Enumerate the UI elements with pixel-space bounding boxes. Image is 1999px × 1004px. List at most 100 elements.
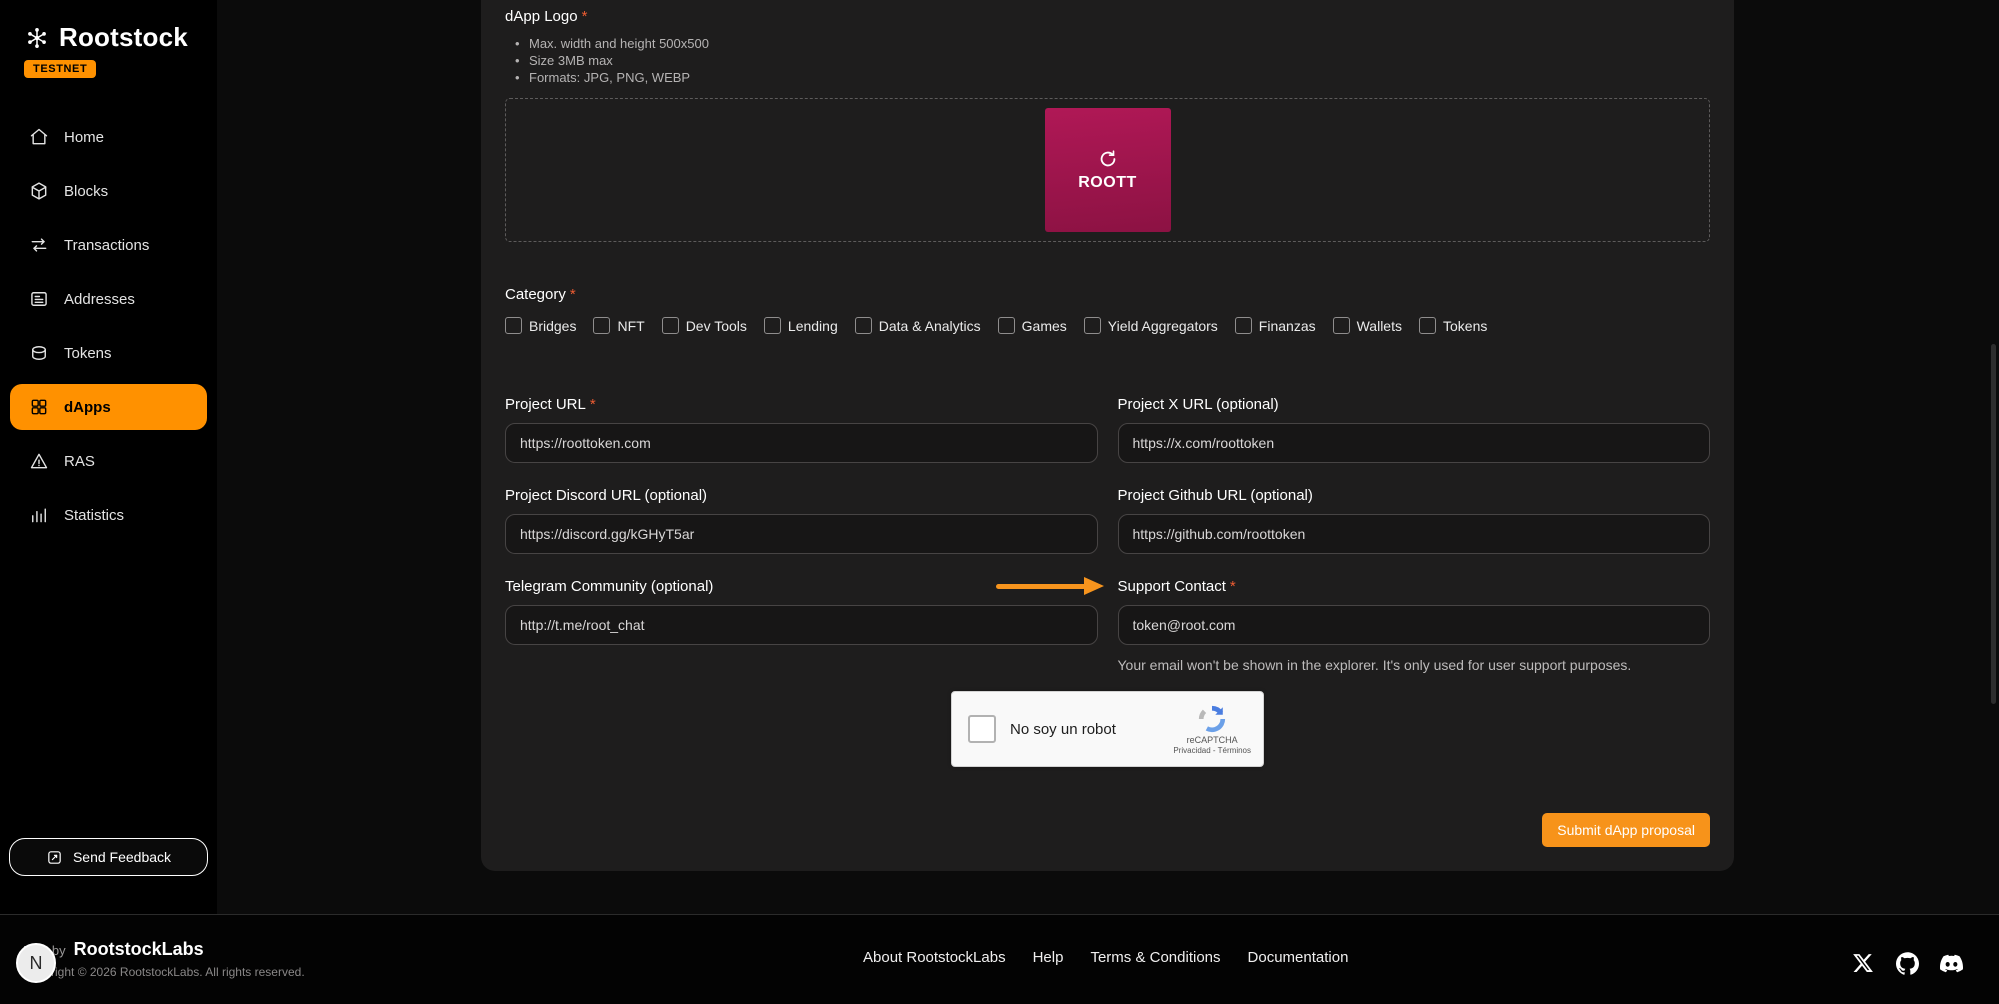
sidebar-item-label: Statistics [64,507,124,524]
sidebar-item-label: Blocks [64,183,108,200]
sidebar-item-dapps[interactable]: dApps [10,384,207,430]
footer: N Built by RootstockLabs Copyright © 202… [0,914,1999,1004]
github-icon[interactable] [1896,952,1919,975]
footer-brand-name[interactable]: RootstockLabs [74,939,204,960]
logo-requirement: Size 3MB max [515,52,1710,69]
recaptcha-checkbox[interactable] [968,715,996,743]
field-label: Support Contact* [1118,578,1711,595]
support-contact-input[interactable] [1118,605,1711,645]
category-option-label: Lending [788,318,838,334]
logo-upload-dropzone[interactable]: ROOTT [505,98,1710,242]
category-checkbox-lending[interactable]: Lending [764,317,838,334]
bar-chart-icon [28,505,50,525]
sidebar-item-label: Addresses [64,291,135,308]
submit-dapp-proposal-button[interactable]: Submit dApp proposal [1542,813,1710,847]
checkbox-icon[interactable] [593,317,610,334]
checkbox-icon[interactable] [1419,317,1436,334]
sidebar-item-tokens[interactable]: Tokens [0,326,217,380]
field-label: Project URL* [505,396,1098,413]
support-contact-helper: Your email won't be shown in the explore… [1118,657,1711,673]
footer-link-terms[interactable]: Terms & Conditions [1090,949,1220,966]
checkbox-icon[interactable] [855,317,872,334]
notification-badge[interactable]: N [16,943,56,983]
category-checkbox-yield-aggregators[interactable]: Yield Aggregators [1084,317,1218,334]
field-project-github-url: Project Github URL (optional) [1118,487,1711,554]
field-project-x-url: Project X URL (optional) [1118,396,1711,463]
category-checkbox-finanzas[interactable]: Finanzas [1235,317,1316,334]
category-option-label: Dev Tools [686,318,747,334]
dapp-logo-label: dApp Logo* [505,8,1710,25]
category-checkbox-data-analytics[interactable]: Data & Analytics [855,317,981,334]
checkbox-icon[interactable] [764,317,781,334]
tokens-icon [28,343,50,363]
sidebar: Rootstock TESTNET Home Blocks [0,0,217,914]
brand[interactable]: Rootstock [0,0,217,53]
brand-name: Rootstock [59,22,188,53]
sidebar-item-transactions[interactable]: Transactions [0,218,217,272]
category-label: Category* [505,286,1710,303]
checkbox-icon[interactable] [998,317,1015,334]
transactions-icon [28,235,50,255]
recaptcha-logo-icon [1197,704,1227,734]
telegram-community-input[interactable] [505,605,1098,645]
url-fields: Project URL* Project X URL (optional) Pr… [505,396,1710,673]
annotation-arrow-icon [996,577,1106,595]
logo-requirements: Max. width and height 500x500 Size 3MB m… [515,35,1710,86]
checkbox-icon[interactable] [662,317,679,334]
field-label: Project X URL (optional) [1118,396,1711,413]
sidebar-item-ras[interactable]: RAS [0,434,217,488]
sidebar-item-statistics[interactable]: Statistics [0,488,217,542]
category-option-label: Bridges [529,318,576,334]
category-checkbox-dev-tools[interactable]: Dev Tools [662,317,747,334]
addresses-icon [28,289,50,309]
home-icon [28,127,50,147]
recaptcha-privacy-terms[interactable]: Privacidad - Términos [1173,746,1251,755]
checkbox-icon[interactable] [505,317,522,334]
category-checkbox-nft[interactable]: NFT [593,317,644,334]
discord-icon[interactable] [1940,952,1963,975]
sidebar-item-label: dApps [64,399,111,416]
recaptcha-widget: No soy un robot reCAPTCHA Privacidad - T… [951,691,1264,767]
checkbox-icon[interactable] [1235,317,1252,334]
required-marker: * [1230,578,1236,595]
project-discord-url-input[interactable] [505,514,1098,554]
project-github-url-input[interactable] [1118,514,1711,554]
send-feedback-button[interactable]: Send Feedback [9,838,208,876]
required-marker: * [570,286,576,303]
category-checkbox-wallets[interactable]: Wallets [1333,317,1402,334]
alert-triangle-icon [28,451,50,471]
category-checkbox-games[interactable]: Games [998,317,1067,334]
project-x-url-input[interactable] [1118,423,1711,463]
category-option-label: Data & Analytics [879,318,981,334]
feedback-icon [46,849,63,866]
category-checkbox-bridges[interactable]: Bridges [505,317,576,334]
logo-requirement: Max. width and height 500x500 [515,35,1710,52]
field-project-discord-url: Project Discord URL (optional) [505,487,1098,554]
page: Rootstock TESTNET Home Blocks [0,0,1999,1004]
checkbox-icon[interactable] [1084,317,1101,334]
sidebar-item-home[interactable]: Home [0,110,217,164]
category-option-label: NFT [617,318,644,334]
top-region: Rootstock TESTNET Home Blocks [0,0,1999,914]
footer-social-icons [1852,952,1963,975]
sidebar-item-blocks[interactable]: Blocks [0,164,217,218]
sidebar-item-addresses[interactable]: Addresses [0,272,217,326]
token-logo-icon [1097,148,1119,170]
scrollbar-thumb[interactable] [1991,344,1996,704]
category-option-label: Yield Aggregators [1108,318,1218,334]
category-checkbox-tokens[interactable]: Tokens [1419,317,1487,334]
testnet-badge: TESTNET [24,60,96,78]
category-options: Bridges NFT Dev Tools Lending Data & Ana… [505,317,1710,334]
rootstock-logo-icon [24,25,50,51]
checkbox-icon[interactable] [1333,317,1350,334]
logo-preview: ROOTT [1045,108,1171,232]
logo-requirement: Formats: JPG, PNG, WEBP [515,69,1710,86]
recaptcha-brand: reCAPTCHA [1187,735,1238,745]
footer-link-about[interactable]: About RootstockLabs [863,949,1006,966]
category-option-label: Games [1022,318,1067,334]
footer-link-help[interactable]: Help [1033,949,1064,966]
project-url-input[interactable] [505,423,1098,463]
copyright-text: Copyright © 2026 RootstockLabs. All righ… [23,965,305,979]
x-twitter-icon[interactable] [1852,952,1875,975]
footer-link-documentation[interactable]: Documentation [1248,949,1349,966]
